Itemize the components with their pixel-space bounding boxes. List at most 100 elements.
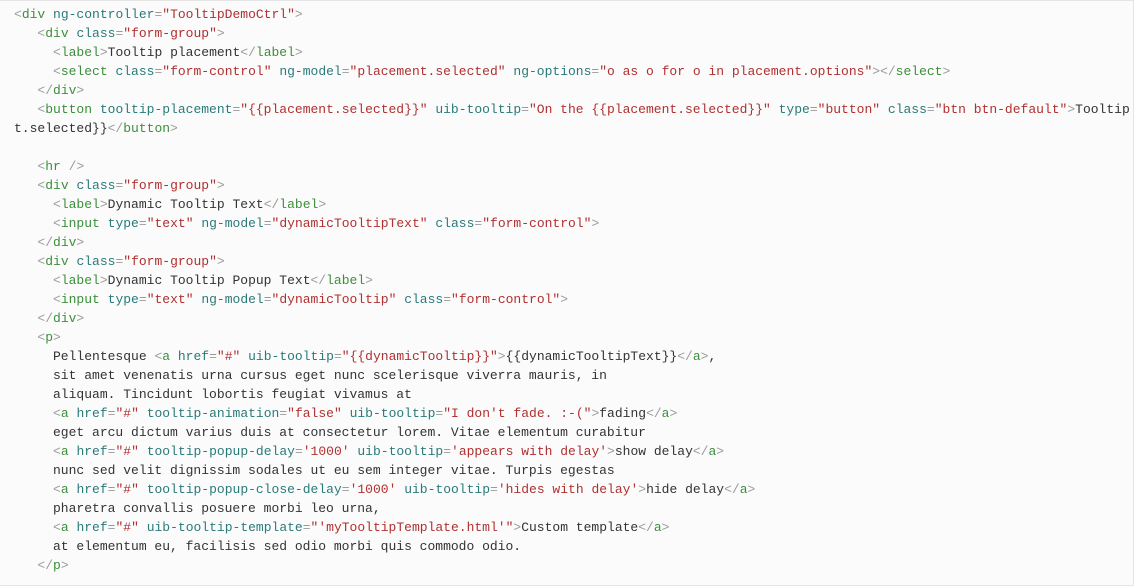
token-a: href: [178, 349, 209, 364]
code-line: <select class="form-control" ng-model="p…: [0, 62, 1133, 81]
token-x: nunc sed velit dignissim sodales ut eu s…: [14, 463, 615, 478]
code-line: <input type="text" ng-model="dynamicTool…: [0, 290, 1133, 309]
token-p: <: [53, 273, 61, 288]
token-s: "#": [115, 406, 138, 421]
token-x: [14, 235, 37, 250]
token-s: "text": [147, 292, 194, 307]
code-line: sit amet venenatis urna cursus eget nunc…: [0, 366, 1133, 385]
token-t: select: [61, 64, 108, 79]
token-p: =: [264, 292, 272, 307]
token-x: [14, 292, 53, 307]
token-a: uib-tooltip-template: [147, 520, 303, 535]
code-line: nunc sed velit dignissim sodales ut eu s…: [0, 461, 1133, 480]
token-p: <: [53, 292, 61, 307]
token-x: [14, 64, 53, 79]
token-p: >: [170, 121, 178, 136]
token-p: =: [303, 520, 311, 535]
code-line: t.selected}}</button>: [0, 119, 1133, 138]
token-s: 'appears with delay': [451, 444, 607, 459]
token-s: "I don't fade. :-(": [443, 406, 591, 421]
token-a: uib-tooltip: [404, 482, 490, 497]
token-p: =: [521, 102, 529, 117]
token-t: button: [123, 121, 170, 136]
code-line: at elementum eu, facilisis sed odio morb…: [0, 537, 1133, 556]
token-t: label: [61, 197, 100, 212]
token-p: <: [53, 406, 61, 421]
token-p: >: [365, 273, 373, 288]
token-x: [100, 216, 108, 231]
token-t: label: [256, 45, 295, 60]
token-t: hr: [45, 159, 61, 174]
token-p: >: [498, 349, 506, 364]
token-t: a: [162, 349, 170, 364]
token-a: href: [76, 520, 107, 535]
token-x: Custom template: [521, 520, 638, 535]
token-p: =: [810, 102, 818, 117]
token-x: [14, 45, 53, 60]
token-p: >: [607, 444, 615, 459]
token-s: "false": [287, 406, 342, 421]
token-a: ng-model: [201, 216, 263, 231]
token-x: [14, 273, 53, 288]
token-p: >: [295, 7, 303, 22]
token-p: =: [927, 102, 935, 117]
token-x: [880, 102, 888, 117]
token-s: "text": [147, 216, 194, 231]
token-p: </: [37, 235, 53, 250]
token-s: "form-control": [451, 292, 560, 307]
code-line: <a href="#" tooltip-popup-delay='1000' u…: [0, 442, 1133, 461]
token-t: a: [740, 482, 748, 497]
token-x: [14, 159, 37, 174]
token-p: >: [560, 292, 568, 307]
token-t: button: [45, 102, 92, 117]
code-line: <label>Dynamic Tooltip Popup Text</label…: [0, 271, 1133, 290]
token-p: >: [662, 520, 670, 535]
token-s: "#": [115, 482, 138, 497]
token-t: label: [61, 45, 100, 60]
token-p: />: [69, 159, 85, 174]
token-x: [14, 406, 53, 421]
token-x: hide delay: [646, 482, 724, 497]
code-line: <hr />: [0, 157, 1133, 176]
token-s: "'myTooltipTemplate.html'": [311, 520, 514, 535]
token-p: </: [240, 45, 256, 60]
token-x: Dynamic Tooltip Popup Text: [108, 273, 311, 288]
token-x: [92, 102, 100, 117]
token-a: class: [435, 216, 474, 231]
code-line: <a href="#" uib-tooltip-template="'myToo…: [0, 518, 1133, 537]
token-a: type: [779, 102, 810, 117]
token-t: div: [53, 311, 76, 326]
token-s: "{{dynamicTooltip}}": [342, 349, 498, 364]
token-x: pharetra convallis posuere morbi leo urn…: [14, 501, 381, 516]
token-p: >: [217, 178, 225, 193]
token-p: <: [53, 444, 61, 459]
token-a: class: [404, 292, 443, 307]
token-x: [14, 520, 53, 535]
code-line: aliquam. Tincidunt lobortis feugiat viva…: [0, 385, 1133, 404]
token-p: >: [217, 254, 225, 269]
token-t: div: [45, 254, 68, 269]
token-p: </: [37, 311, 53, 326]
token-x: [139, 444, 147, 459]
code-line: pharetra convallis posuere morbi leo urn…: [0, 499, 1133, 518]
token-t: div: [53, 83, 76, 98]
token-x: [100, 292, 108, 307]
token-s: "TooltipDemoCtrl": [162, 7, 295, 22]
token-x: [14, 311, 37, 326]
token-p: >: [942, 64, 950, 79]
token-t: div: [53, 235, 76, 250]
token-p: >: [638, 482, 646, 497]
token-s: "form-control": [162, 64, 271, 79]
token-p: =: [342, 64, 350, 79]
code-block: <div ng-controller="TooltipDemoCtrl"> <d…: [0, 0, 1134, 586]
token-s: "form-group": [123, 178, 217, 193]
token-s: '1000': [350, 482, 397, 497]
token-t: p: [45, 330, 53, 345]
token-a: href: [76, 444, 107, 459]
token-p: >: [76, 83, 84, 98]
token-a: ng-model: [201, 292, 263, 307]
token-x: [61, 159, 69, 174]
token-s: "{{placement.selected}}": [240, 102, 427, 117]
token-p: =: [279, 406, 287, 421]
token-p: >: [53, 330, 61, 345]
